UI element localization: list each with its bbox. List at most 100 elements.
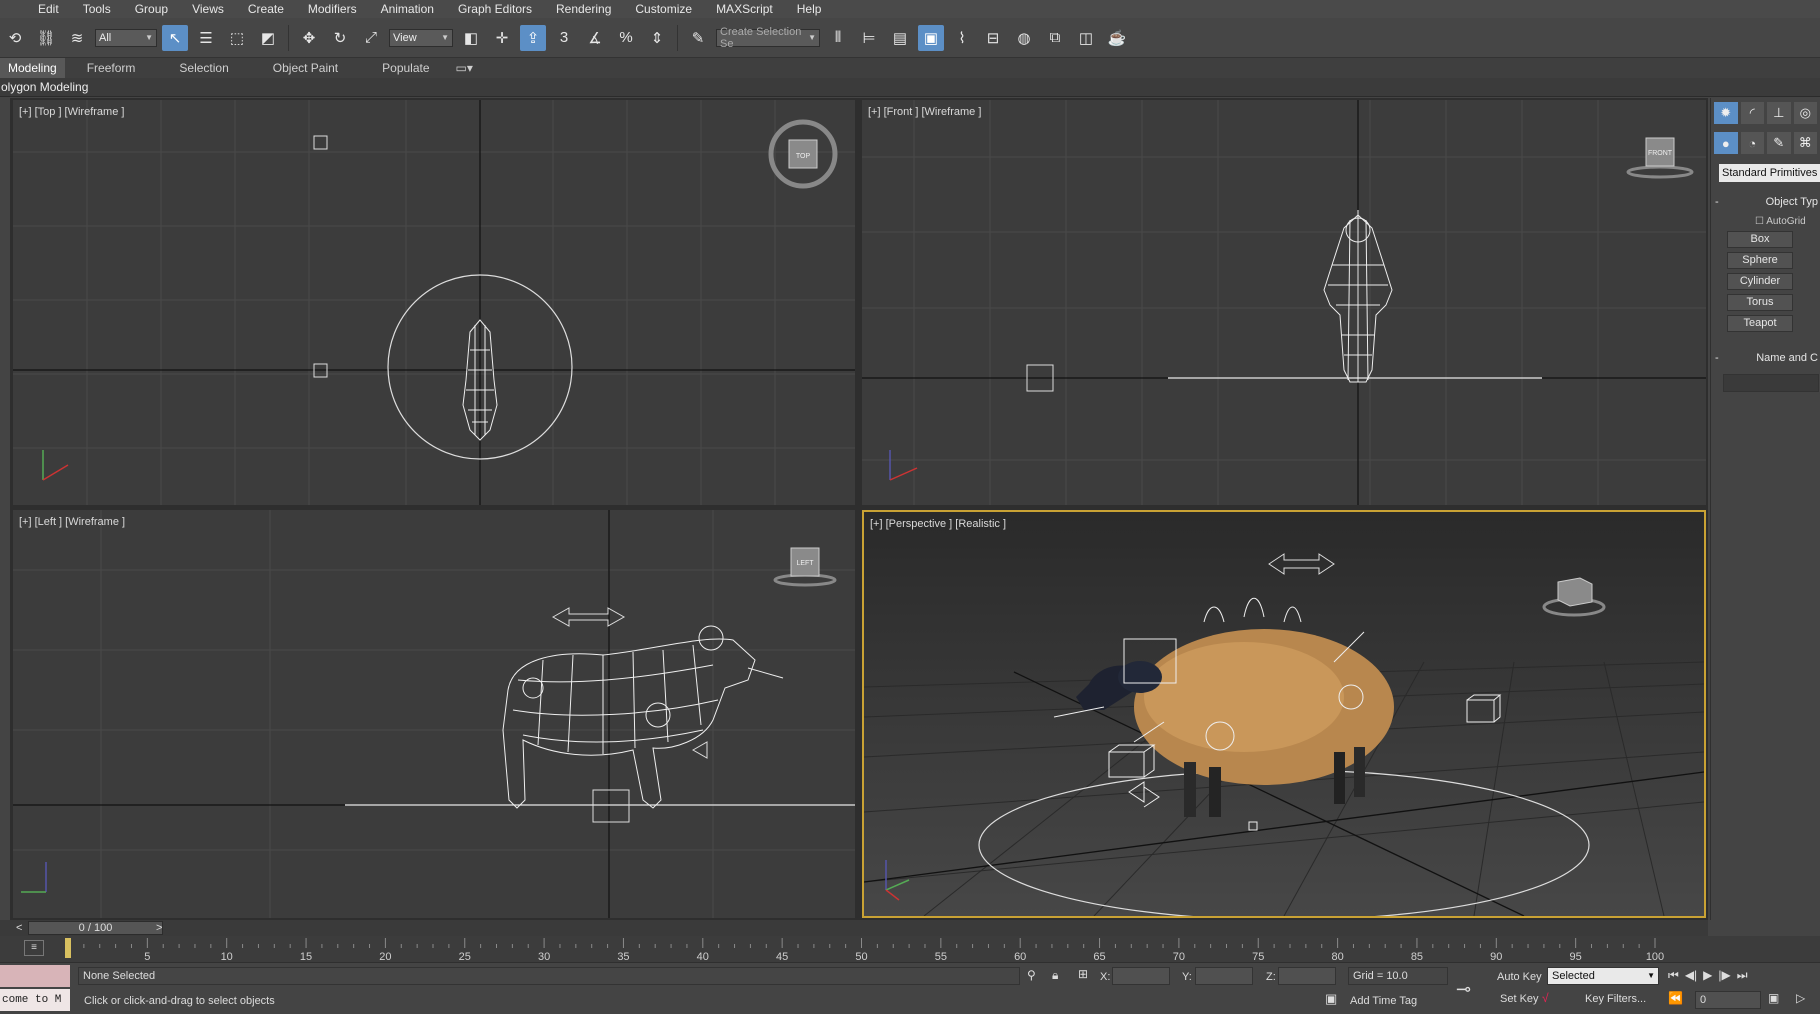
move-icon[interactable]: ✥ [296, 25, 322, 51]
align-icon[interactable]: ⊨ [856, 25, 882, 51]
current-frame-marker[interactable] [65, 938, 71, 958]
viewport-front-label[interactable]: [+] [Front ] [Wireframe ] [868, 106, 981, 118]
cylinder-button[interactable]: Cylinder [1727, 273, 1793, 290]
isolate-selection-icon[interactable]: ⚲ [1027, 968, 1036, 982]
shapes-icon[interactable]: ◔ [1740, 132, 1764, 154]
unlink-icon[interactable]: ⟲ [2, 25, 28, 51]
autogrid-checkbox[interactable]: ☐ AutoGrid [1755, 216, 1820, 227]
next-frame-icon[interactable]: > [156, 922, 162, 934]
keyboard-shortcut-override-icon[interactable]: ⇪ [520, 24, 546, 51]
viewport-perspective-label[interactable]: [+] [Perspective ] [Realistic ] [870, 518, 1006, 530]
primitive-category-dropdown[interactable]: Standard Primitives [1719, 164, 1820, 182]
menu-group[interactable]: Group [123, 2, 180, 16]
time-slider[interactable]: 0 / 100 [28, 921, 163, 935]
play-icon[interactable]: ▶ [1703, 968, 1712, 983]
maxscript-mini-listener[interactable]: come to M [0, 989, 70, 1011]
x-coordinate-field[interactable] [1112, 967, 1170, 985]
tab-populate[interactable]: Populate [360, 58, 451, 78]
viewcube-top[interactable]: TOP [768, 119, 838, 189]
maxscript-listener-mini[interactable] [0, 965, 70, 987]
schematic-view-icon[interactable]: ⊟ [980, 25, 1006, 51]
key-mode-toggle-icon[interactable]: ⏪ [1668, 991, 1683, 1005]
absolute-mode-icon[interactable]: ⊞ [1078, 967, 1088, 981]
mini-curve-editor-icon[interactable]: ≡ [24, 940, 44, 956]
y-coordinate-field[interactable] [1195, 967, 1253, 985]
geometry-icon[interactable]: ● [1714, 132, 1738, 154]
add-time-tag-button[interactable]: Add Time Tag [1350, 995, 1417, 1007]
menu-modifiers[interactable]: Modifiers [296, 2, 369, 16]
tab-modeling[interactable]: Modeling [0, 58, 65, 78]
cameras-icon[interactable]: ⌘ [1793, 132, 1817, 154]
modify-tab-icon[interactable]: ◜ [1740, 102, 1764, 124]
menu-rendering[interactable]: Rendering [544, 2, 623, 16]
rectangular-selection-icon[interactable]: ⬚ [224, 25, 250, 51]
motion-tab-icon[interactable]: ◎ [1793, 102, 1817, 124]
viewport-perspective[interactable]: [+] [Perspective ] [Realistic ] [862, 510, 1706, 918]
mirror-icon[interactable]: ⫴ [825, 25, 851, 51]
time-tag-icon[interactable]: ▣ [1325, 991, 1337, 1007]
rendered-frame-window-icon[interactable]: ◫ [1073, 25, 1099, 51]
object-name-field[interactable] [1723, 374, 1819, 392]
menu-tools[interactable]: Tools [71, 2, 123, 16]
tab-selection[interactable]: Selection [157, 58, 250, 78]
create-tab-icon[interactable]: ✹ [1714, 102, 1738, 124]
angle-snap-icon[interactable]: ∡ [582, 25, 608, 51]
layer-manager-icon[interactable]: ▤ [887, 25, 913, 51]
sphere-button[interactable]: Sphere [1727, 252, 1793, 269]
material-editor-icon[interactable]: ◍ [1011, 25, 1037, 51]
track-bar[interactable]: 5 10 15 20 25 30 35 40 45 50 55 60 65 70 75 80 85 90 95 100… [0, 936, 1820, 963]
viewport-left-label[interactable]: [+] [Left ] [Wireframe ] [19, 516, 125, 528]
current-frame-field[interactable]: 0 [1695, 991, 1761, 1009]
scale-icon[interactable]: ⤢ [358, 25, 384, 51]
window-crossing-icon[interactable]: ◩ [255, 25, 281, 51]
rollout-object-type[interactable]: - Object Typ [1715, 196, 1820, 212]
named-selection-set-dropdown[interactable]: Create Selection Se ▼ [716, 26, 820, 50]
set-key-button[interactable]: Set Key [1500, 993, 1539, 1005]
render-production-icon[interactable]: ☕ [1104, 25, 1130, 51]
viewcube-perspective[interactable] [1542, 577, 1606, 617]
menu-maxscript[interactable]: MAXScript [704, 2, 785, 16]
menu-animation[interactable]: Animation [369, 2, 446, 16]
render-setup-icon[interactable]: ⧉ [1042, 25, 1068, 51]
torus-button[interactable]: Torus [1727, 294, 1793, 311]
z-coordinate-field[interactable] [1278, 967, 1336, 985]
next-key-icon[interactable]: |▶ [1718, 968, 1730, 983]
rotate-icon[interactable]: ↻ [327, 25, 353, 51]
key-mode-dropdown[interactable]: Selected ▼ [1547, 967, 1659, 985]
teapot-button[interactable]: Teapot [1727, 315, 1793, 332]
go-to-end-icon[interactable]: ⏭ [1737, 968, 1748, 983]
viewport-front[interactable]: FRONT [+] [Front ] [Wireframe ] [862, 100, 1706, 505]
prev-frame-icon[interactable]: < [16, 922, 22, 934]
link-icon[interactable]: ⛓ [33, 25, 59, 51]
time-configuration-icon[interactable]: ▣ [1768, 991, 1779, 1005]
previous-key-icon[interactable]: ◀| [1685, 968, 1697, 983]
select-object-icon[interactable]: ↖ [162, 24, 188, 51]
auto-key-button[interactable]: Auto Key [1497, 971, 1542, 983]
scene-explorer-icon[interactable]: ▣ [918, 24, 944, 51]
curve-editor-icon[interactable]: ⌇ [949, 25, 975, 51]
menu-edit[interactable]: Edit [26, 2, 71, 16]
lights-icon[interactable]: ✎ [1767, 132, 1791, 154]
reference-coordinate-dropdown[interactable]: View ▼ [389, 28, 453, 47]
menu-views[interactable]: Views [180, 2, 236, 16]
rollout-name-color[interactable]: - Name and C [1715, 352, 1820, 368]
bind-spacewarp-icon[interactable]: ≋ [64, 25, 90, 51]
lock-selection-icon[interactable]: 🔒︎ [1052, 968, 1058, 983]
viewcube-left[interactable]: LEFT [773, 547, 837, 587]
percent-snap-icon[interactable]: % [613, 25, 639, 51]
select-by-name-icon[interactable]: ☰ [193, 25, 219, 51]
box-button[interactable]: Box [1727, 231, 1793, 248]
menu-create[interactable]: Create [236, 2, 296, 16]
hierarchy-tab-icon[interactable]: ⊥ [1767, 102, 1791, 124]
tab-object-paint[interactable]: Object Paint [251, 58, 360, 78]
zoom-extents-icon[interactable]: ▷ [1796, 991, 1805, 1005]
key-filters-button[interactable]: Key Filters... [1585, 993, 1646, 1005]
menu-graph-editors[interactable]: Graph Editors [446, 2, 544, 16]
key-curve-icon[interactable]: √ [1542, 991, 1549, 1005]
set-key-icon[interactable]: ⊸ [1456, 979, 1471, 1000]
snap-toggle-icon[interactable]: 3 [551, 25, 577, 51]
spinner-snap-icon[interactable]: ⇕ [644, 25, 670, 51]
edit-named-selection-icon[interactable]: ✎ [685, 25, 711, 51]
selection-filter-dropdown[interactable]: All ▼ [95, 28, 157, 47]
go-to-start-icon[interactable]: ⏮ [1668, 968, 1679, 983]
